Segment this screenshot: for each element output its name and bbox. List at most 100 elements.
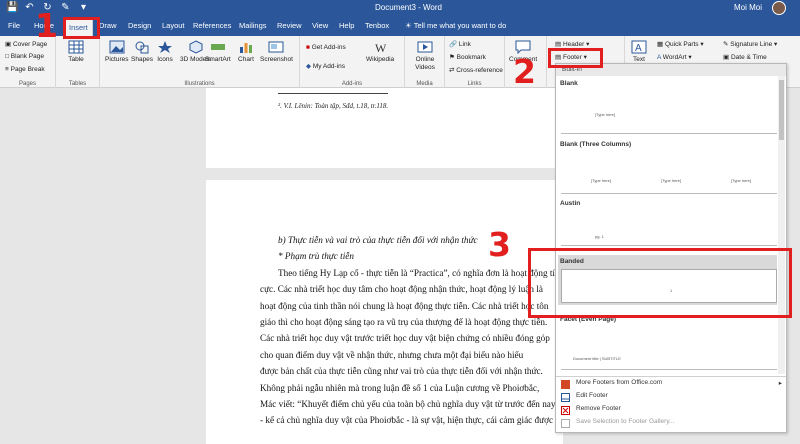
user-name[interactable]: Moi Moi xyxy=(734,3,762,12)
save-selection-label: Save Selection to Footer Gallery... xyxy=(576,418,675,425)
wikipedia-label: Wikipedia xyxy=(366,56,395,63)
more-footers-menu-item[interactable]: More Footers from Office.com ▸ xyxy=(556,379,786,391)
body-line: cho quan điểm duy vật về nhận thức, nhưn… xyxy=(260,349,524,360)
save-icon[interactable]: 💾 xyxy=(6,2,18,13)
group-tables: Table Tables xyxy=(56,36,100,88)
link-button[interactable]: 🔗 Link xyxy=(449,40,471,48)
body-line: Các nhà triết học duy vật trước triết họ… xyxy=(260,333,550,344)
pictures-label: Pictures xyxy=(105,56,129,63)
footer-option-blank-three-columns[interactable]: [Type here] [Type here] [Type here] xyxy=(561,152,777,194)
cross-reference-icon: ⇄ xyxy=(449,67,455,74)
video-icon xyxy=(417,41,433,53)
screenshot-label: Screenshot xyxy=(260,56,293,63)
smartart-button[interactable]: SmartArt xyxy=(205,40,231,63)
screenshot-icon xyxy=(268,41,284,53)
text-box-label: Text xyxy=(633,56,645,63)
undo-icon[interactable]: ↶ xyxy=(24,2,35,13)
tab-references[interactable]: References xyxy=(193,21,231,30)
tab-design[interactable]: Design xyxy=(128,21,151,30)
menu-divider xyxy=(556,376,786,377)
smartart-icon xyxy=(210,44,225,50)
bookmark-label: Bookmark xyxy=(456,54,486,61)
icons-label: Icons xyxy=(157,56,173,63)
screenshot-button[interactable]: Screenshot xyxy=(260,40,293,63)
tab-layout[interactable]: Layout xyxy=(162,21,185,30)
chart-icon xyxy=(240,43,252,53)
document-page-1[interactable]: ². V.I. Lênin: Toàn tập, Sđd, t.18, tr.1… xyxy=(206,88,563,168)
my-addins-button[interactable]: ◆ My Add-ins xyxy=(306,62,345,70)
tab-file[interactable]: File xyxy=(8,21,20,30)
save-selection-menu-item: Save Selection to Footer Gallery... xyxy=(556,418,786,430)
body-line: Không phải ngẫu nhiên mà trong luận đề s… xyxy=(260,382,540,393)
shapes-icon xyxy=(135,41,149,54)
body-line: b) Thực tiễn và vai trò của thực tiễn đố… xyxy=(278,235,478,245)
text-box-button[interactable]: A Text xyxy=(631,40,647,63)
table-icon xyxy=(68,40,84,54)
pictures-button[interactable]: Pictures xyxy=(105,40,128,63)
blank-page-button[interactable]: □ Blank Page xyxy=(5,53,44,60)
signature-line-label: Signature Line xyxy=(730,41,773,48)
footer-option-austin[interactable]: pg. 1 xyxy=(561,210,777,246)
date-time-label: Date & Time xyxy=(730,54,767,61)
document-title: Document3 - Word xyxy=(375,3,442,12)
cross-reference-button[interactable]: ⇄ Cross-reference xyxy=(449,66,503,74)
group-media: Online Videos Media xyxy=(405,36,445,88)
wikipedia-icon: W xyxy=(375,41,387,54)
thumb-text: [Type here] xyxy=(591,178,612,183)
table-button[interactable]: Table xyxy=(68,40,84,63)
signature-line-button[interactable]: ✎ Signature Line ▾ xyxy=(723,40,777,48)
quick-parts-label: Quick Parts xyxy=(664,41,699,48)
thumb-text: [Type here] xyxy=(731,178,752,183)
annotation-step-3: 3 xyxy=(488,225,511,264)
avatar[interactable] xyxy=(772,1,786,15)
addins-icon: ◆ xyxy=(306,63,311,70)
header-label: Header xyxy=(562,41,585,48)
footer-option-blank[interactable]: [Type here] xyxy=(561,90,777,134)
document-page-2[interactable]: b) Thực tiễn và vai trò của thực tiễn đố… xyxy=(206,180,563,444)
footnote: ². V.I. Lênin: Toàn tập, Sđd, t.18, tr.1… xyxy=(278,102,389,110)
tell-me-search[interactable]: ☀ Tell me what you want to do xyxy=(405,21,506,30)
chart-button[interactable]: Chart xyxy=(238,40,254,63)
tab-draw[interactable]: Draw xyxy=(99,21,117,30)
section-blank: Blank xyxy=(560,80,578,87)
section-blank-three-columns: Blank (Three Columns) xyxy=(560,141,632,148)
group-addins: ■ Get Add-ins ◆ My Add-ins W Wikipedia A… xyxy=(300,36,405,88)
remove-footer-menu-item[interactable]: Remove Footer xyxy=(556,405,786,417)
quick-parts-button[interactable]: ▦ Quick Parts ▾ xyxy=(657,40,704,48)
page-break-label: Page Break xyxy=(10,66,45,73)
footer-option-facet[interactable]: Document title | SUBTITLE xyxy=(561,326,777,370)
calendar-icon: ▣ xyxy=(723,54,730,61)
cross-reference-label: Cross-reference xyxy=(456,67,503,74)
smartart-label: SmartArt xyxy=(205,56,231,63)
tab-view[interactable]: View xyxy=(312,21,328,30)
group-label-illustrations: Illustrations xyxy=(184,81,215,87)
document-body: b) Thực tiễn và vai trò của thực tiễn đố… xyxy=(260,232,560,429)
bookmark-button[interactable]: ⚑ Bookmark xyxy=(449,53,486,61)
date-time-button[interactable]: ▣ Date & Time xyxy=(723,53,767,61)
group-links: 🔗 Link ⚑ Bookmark ⇄ Cross-reference Link… xyxy=(445,36,505,88)
header-button[interactable]: ▤ Header ▾ xyxy=(555,40,589,48)
edit-footer-menu-item[interactable]: Edit Footer xyxy=(556,392,786,404)
group-label-media: Media xyxy=(416,81,433,87)
tab-help[interactable]: Help xyxy=(339,21,354,30)
chart-label: Chart xyxy=(238,56,254,63)
wordart-button[interactable]: A WordArt ▾ xyxy=(657,53,692,61)
online-videos-button[interactable]: Online Videos xyxy=(409,40,441,72)
tab-mailings[interactable]: Mailings xyxy=(239,21,267,30)
scrollbar-thumb[interactable] xyxy=(779,80,784,140)
tab-review[interactable]: Review xyxy=(277,21,302,30)
customize-qat-icon[interactable]: ▾ xyxy=(78,2,89,13)
title-bar: 💾 ↶ ↻ ✎ ▾ Document3 - Word Moi Moi xyxy=(0,0,800,17)
thumb-text: Document title | SUBTITLE xyxy=(573,356,621,361)
shapes-button[interactable]: Shapes xyxy=(131,40,153,63)
pictures-icon xyxy=(109,40,125,54)
wikipedia-button[interactable]: W Wikipedia xyxy=(366,40,394,63)
body-line: cực. Các nhà triết học duy tâm cho hoạt … xyxy=(260,284,543,295)
format-painter-icon[interactable]: ✎ xyxy=(60,2,71,13)
tab-tenbox[interactable]: Tenbox xyxy=(365,21,389,30)
office-icon xyxy=(561,380,570,389)
gallery-scrollbar[interactable] xyxy=(778,76,785,374)
page-break-button[interactable]: ≡ Page Break xyxy=(5,66,45,73)
get-addins-button[interactable]: ■ Get Add-ins xyxy=(306,44,346,51)
icons-button[interactable]: Icons xyxy=(157,40,173,63)
